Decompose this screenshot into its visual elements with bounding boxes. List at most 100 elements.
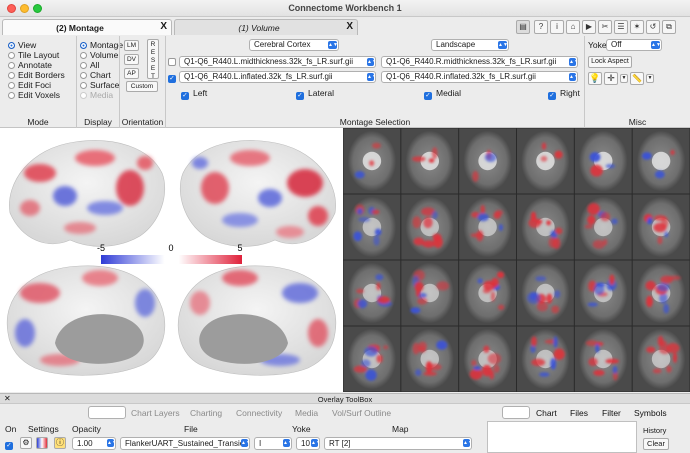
right-inflated-select[interactable]: Q1-Q6_R440.R.inflated.32k_fs_LR.surf.gii… [381,71,578,83]
volume-slice[interactable] [459,194,516,260]
tab-volume[interactable]: (1) Volume X [174,19,358,35]
right-checkbox[interactable]: ✓ Right [548,88,580,100]
movie-icon[interactable]: ✂ [598,20,612,34]
right-midthickness-select[interactable]: Q1-Q6_R440.R.midthickness.32k_fs_LR.surf… [381,56,578,68]
orientation-dv-button[interactable]: DV [124,54,139,65]
volume-slice[interactable] [459,326,516,392]
volume-slice[interactable] [343,128,401,194]
layout-select[interactable]: Landscape ▲▼ [431,39,509,51]
volume-slices[interactable] [343,128,690,392]
info-icon[interactable]: i [550,20,564,34]
overlay-file-select[interactable]: FlankerUART_Sustained_Transient_2 ▲▼ [120,437,250,450]
chevron-down-icon[interactable]: ▼ [620,74,628,83]
identify-text-area[interactable] [487,421,637,453]
right-lateral-surface[interactable] [179,140,336,247]
display-chart[interactable]: Chart [80,70,111,80]
chevron-down-icon[interactable]: ▼ [646,74,654,83]
left-checkbox[interactable]: ✓ Left [181,88,207,100]
structure-select[interactable]: Cerebral Cortex ▲▼ [249,39,339,51]
layer-on-checkbox[interactable]: ✓ [5,439,17,450]
yoke-select[interactable]: I ▲▼ [254,437,292,450]
tab-vol-surf-outline[interactable]: Vol/Surf Outline [332,408,391,418]
volume-slice[interactable] [574,260,632,326]
tab-files[interactable]: Files [570,408,588,418]
volume-slice[interactable] [401,260,459,326]
midthickness-toggle-checkbox[interactable] [168,58,180,67]
volume-slice[interactable] [343,260,401,326]
mode-edit-foci[interactable]: Edit Foci [8,80,51,90]
orientation-lm-button[interactable]: LM [124,40,139,51]
help-icon[interactable]: ? [534,20,548,34]
volume-slice[interactable] [632,194,690,260]
lateral-checkbox[interactable]: ✓ Lateral [296,88,334,100]
tab-symbols[interactable]: Symbols [634,408,667,418]
volume-slice[interactable] [343,326,401,392]
volume-slice[interactable] [343,194,401,260]
tools-icon[interactable]: ✶ [630,20,644,34]
info-icon[interactable]: ⓘ [54,437,66,449]
tab-montage-close-icon[interactable]: X [160,21,167,32]
yoke-select[interactable]: Off ▲▼ [606,39,662,51]
display-surface[interactable]: Surface [80,80,119,90]
orientation-ap-button[interactable]: AP [124,68,139,79]
volume-slice[interactable] [574,194,632,260]
clear-button[interactable]: Clear [643,438,669,450]
left-midthickness-select[interactable]: Q1-Q6_R440.L.midthickness.32k_fs_LR.surf… [179,56,376,68]
ruler-icon[interactable]: 📏 [630,72,644,85]
map-select[interactable]: RT [2] ▲▼ [324,437,472,450]
volume-slice[interactable] [459,128,516,194]
reset-button[interactable]: R E S E T [147,39,159,80]
display-montage[interactable]: Montage [80,40,123,50]
right-medial-surface[interactable] [177,265,337,376]
volume-slice[interactable] [574,326,632,392]
opacity-spinbox[interactable]: 1.00 ▲▼ [72,437,116,450]
volume-slice[interactable] [632,326,690,392]
custom-orientation-button[interactable]: Custom [126,81,158,92]
crosshair-icon[interactable]: ✛ [604,72,618,85]
volume-slice[interactable] [517,194,574,260]
volume-slice[interactable] [632,260,690,326]
volume-slice[interactable] [401,128,459,194]
volume-slice[interactable] [517,326,574,392]
volume-slice[interactable] [401,194,459,260]
tab-chart[interactable]: Chart [536,408,557,418]
undo-icon[interactable]: ↺ [646,20,660,34]
mode-annotate[interactable]: Annotate [8,60,52,70]
mode-edit-voxels[interactable]: Edit Voxels [8,90,60,100]
left-lateral-surface[interactable] [9,140,166,247]
volume-slice[interactable] [574,128,632,194]
display-volume[interactable]: Volume [80,50,118,60]
tab-volume-close-icon[interactable]: X [346,21,353,32]
volume-slice[interactable] [517,128,574,194]
surface-montage[interactable]: -5 0 5 [0,128,343,392]
volume-slice[interactable] [632,128,690,194]
display-all[interactable]: All [80,60,99,70]
lightbulb-icon[interactable]: 💡 [588,72,602,85]
toolbox-toggle-icon[interactable]: ▤ [516,20,530,34]
tab-chart-layers[interactable]: Chart Layers [131,408,180,418]
scene-icon[interactable]: ▶ [582,20,596,34]
volume-slice[interactable] [459,260,516,326]
left-medial-surface[interactable] [6,265,166,376]
tab-media[interactable]: Media [295,408,318,418]
tab-charting[interactable]: Charting [190,408,222,418]
lock-aspect-button[interactable]: Lock Aspect [588,56,632,68]
tab-layers[interactable]: Layers [88,406,126,419]
mode-tile-layout[interactable]: Tile Layout [8,50,59,60]
map-index-spinbox[interactable]: 10 ▲▼ [296,437,320,450]
mode-view[interactable]: View [8,40,36,50]
mode-edit-borders[interactable]: Edit Borders [8,70,65,80]
volume-montage-panel[interactable] [343,128,690,392]
tab-filter[interactable]: Filter [602,408,621,418]
left-inflated-select[interactable]: Q1-Q6_R440.L.inflated.32k_fs_LR.surf.gii… [179,71,376,83]
tab-montage[interactable]: (2) Montage X [2,19,172,35]
identify-icon[interactable]: ⌂ [566,20,580,34]
volume-slice[interactable] [401,326,459,392]
palette-icon[interactable] [36,437,48,449]
tab-connectivity[interactable]: Connectivity [236,408,282,418]
volume-slice[interactable] [517,260,574,326]
layers-icon[interactable]: ⧉ [662,20,676,34]
tab-right-blank[interactable] [502,406,530,419]
wrench-icon[interactable]: ⚙ [20,437,32,449]
medial-checkbox[interactable]: ✓ Medial [424,88,461,100]
